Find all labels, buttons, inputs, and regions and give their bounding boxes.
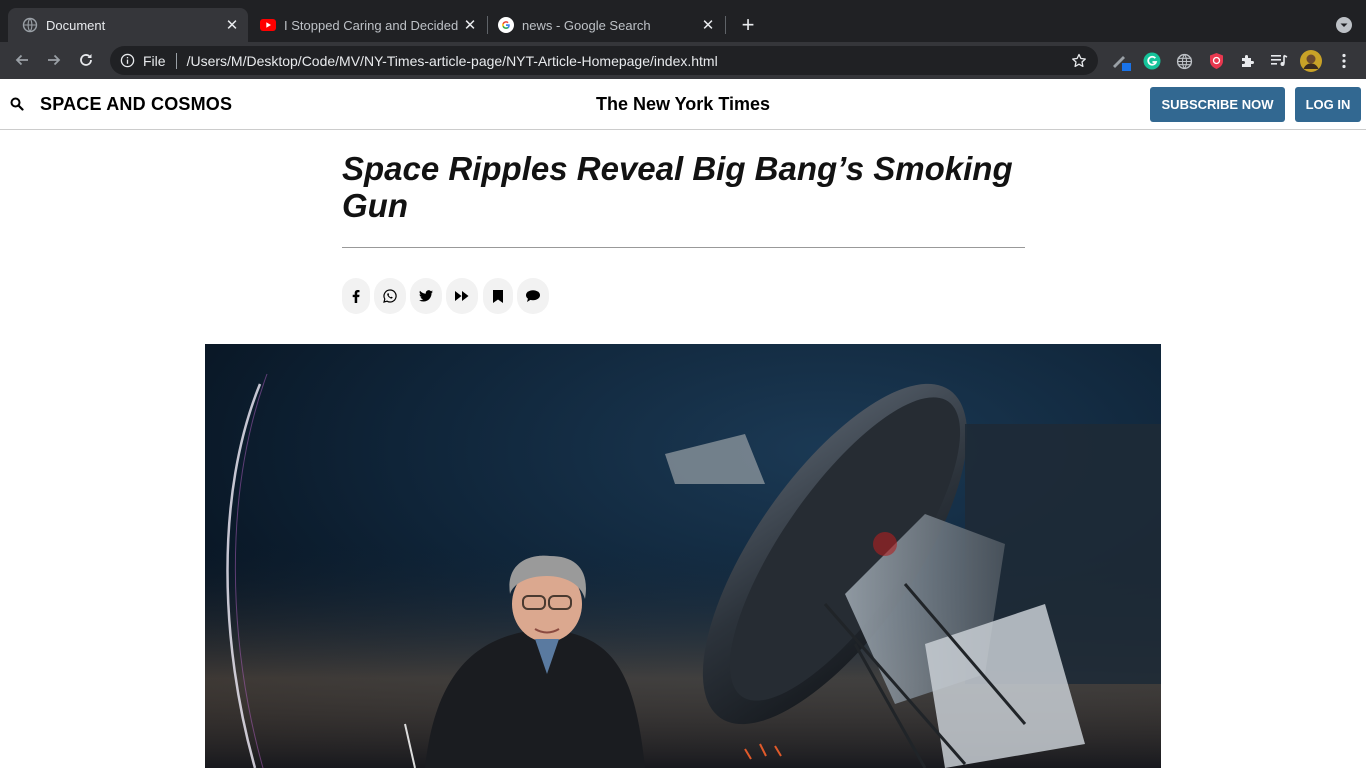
- url-text[interactable]: /Users/M/Desktop/Code/MV/NY-Times-articl…: [187, 53, 1070, 69]
- tab-search-icon[interactable]: [1334, 15, 1354, 35]
- media-queue-icon[interactable]: [1268, 50, 1290, 72]
- whatsapp-share-button[interactable]: [374, 278, 406, 314]
- tab-youtube[interactable]: I Stopped Caring and Decided to ✕: [246, 8, 486, 42]
- back-button[interactable]: [10, 48, 34, 72]
- tab-title: I Stopped Caring and Decided to: [284, 17, 460, 33]
- article-headline: Space Ripples Reveal Big Bang’s Smoking …: [342, 150, 1013, 224]
- astronomer-with-telescope-photo: [205, 344, 1161, 768]
- browser-toolbar: File /Users/M/Desktop/Code/MV/NY-Times-a…: [0, 42, 1366, 79]
- comment-button[interactable]: [517, 278, 549, 314]
- omnibox-divider: [175, 52, 177, 69]
- bookmark-button[interactable]: [483, 278, 513, 314]
- globe-icon: [22, 17, 38, 33]
- forward-icon: [455, 291, 469, 301]
- tab-google-search[interactable]: news - Google Search ✕: [484, 8, 724, 42]
- twitter-share-button[interactable]: [410, 278, 442, 314]
- bookmark-star-icon[interactable]: [1070, 52, 1088, 70]
- new-tab-button[interactable]: +: [736, 12, 760, 37]
- info-icon[interactable]: [119, 53, 135, 69]
- site-header: SPACE AND COSMOS The New York Times SUBS…: [0, 79, 1366, 130]
- pen-extension-icon[interactable]: [1110, 50, 1132, 72]
- puzzle-icon[interactable]: [1237, 50, 1259, 72]
- forward-share-button[interactable]: [446, 278, 478, 314]
- close-icon[interactable]: ✕: [222, 15, 242, 35]
- youtube-icon: [260, 17, 276, 33]
- globe-extension-icon[interactable]: [1173, 50, 1195, 72]
- grammarly-icon[interactable]: [1141, 50, 1163, 72]
- tab-title: Document: [46, 17, 106, 33]
- forward-button[interactable]: [42, 48, 66, 72]
- login-button[interactable]: LOG IN: [1295, 87, 1361, 122]
- shield-extension-icon[interactable]: [1205, 50, 1227, 72]
- twitter-icon: [419, 290, 433, 302]
- facebook-share-button[interactable]: [342, 278, 370, 314]
- profile-avatar[interactable]: [1300, 50, 1322, 72]
- facebook-icon: [352, 289, 360, 303]
- tab-document[interactable]: Document ✕: [8, 8, 248, 42]
- browser-tab-strip: Document ✕ I Stopped Caring and Decided …: [0, 0, 1366, 42]
- google-icon: [498, 17, 514, 33]
- url-scheme: File: [143, 52, 166, 69]
- close-icon[interactable]: ✕: [698, 15, 718, 35]
- subscribe-button[interactable]: SUBSCRIBE NOW: [1150, 87, 1285, 122]
- bookmark-icon: [493, 289, 503, 303]
- hero-image: [205, 344, 1161, 768]
- reload-button[interactable]: [74, 48, 98, 72]
- more-menu-icon[interactable]: [1333, 50, 1355, 72]
- whatsapp-icon: [383, 289, 397, 303]
- tab-separator: [725, 16, 726, 34]
- close-icon[interactable]: ✕: [460, 15, 480, 35]
- headline-divider: [342, 247, 1025, 248]
- tab-title: news - Google Search: [522, 17, 651, 33]
- address-bar[interactable]: File /Users/M/Desktop/Code/MV/NY-Times-a…: [110, 46, 1098, 75]
- comment-icon: [526, 290, 540, 302]
